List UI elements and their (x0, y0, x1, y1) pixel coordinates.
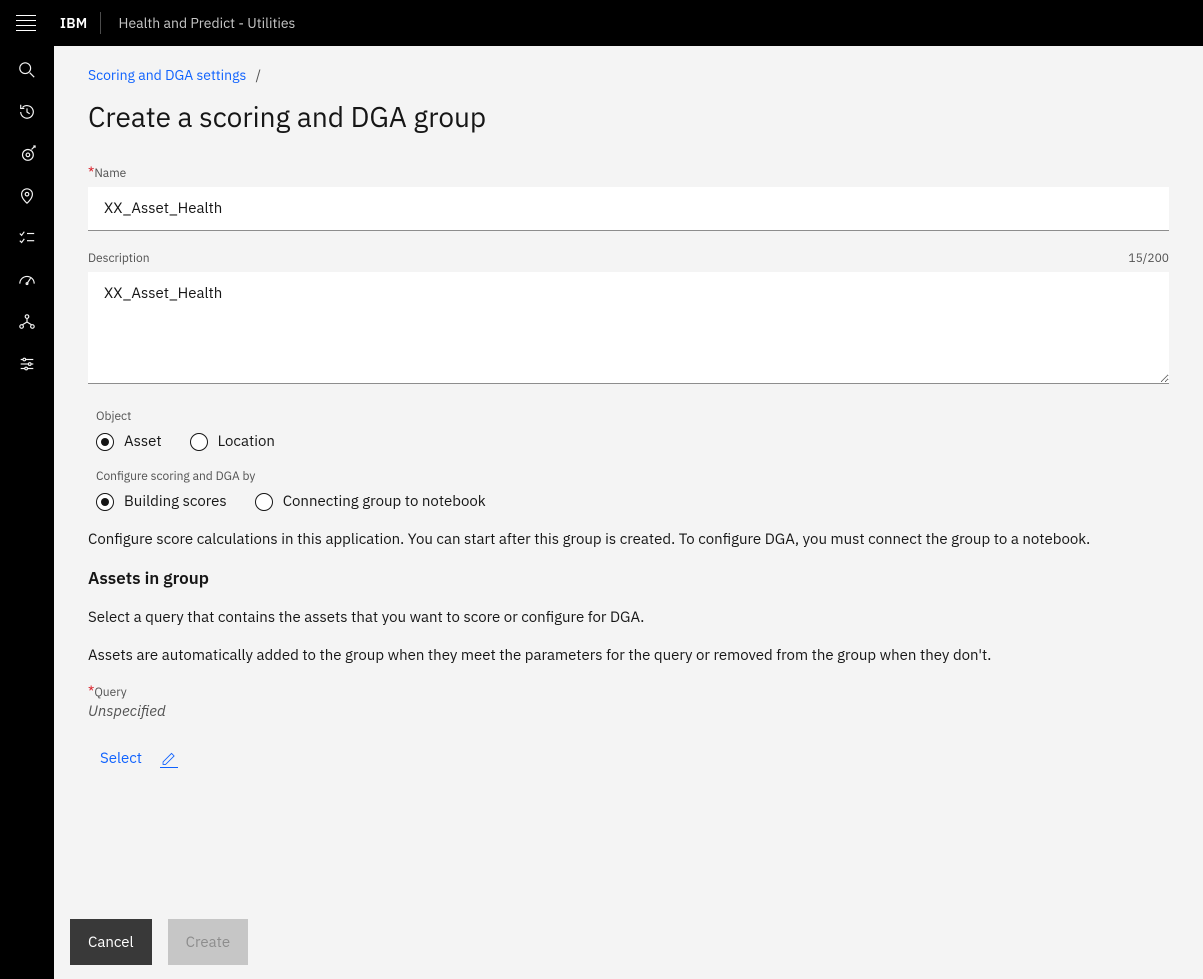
configure-radio-building[interactable]: Building scores (96, 492, 227, 511)
cancel-button[interactable]: Cancel (70, 919, 152, 965)
history-icon[interactable] (17, 102, 37, 122)
description-input[interactable] (88, 272, 1169, 384)
configure-radio-group: Configure scoring and DGA by Building sc… (96, 469, 1169, 511)
app-title: Health and Predict - Utilities (119, 14, 296, 32)
object-radio-group: Object Asset Location (96, 409, 1169, 451)
assets-heading: Assets in group (88, 567, 1169, 589)
radio-checked-icon (96, 433, 114, 451)
radio-unchecked-icon (255, 493, 273, 511)
breadcrumb-link[interactable]: Scoring and DGA settings (88, 66, 246, 84)
query-select-row: Select (88, 749, 1169, 768)
radio-label-location: Location (218, 432, 275, 451)
name-input[interactable] (88, 187, 1169, 231)
name-label-text: Name (94, 166, 126, 181)
query-select-link[interactable]: Select (100, 749, 142, 768)
target-icon[interactable] (17, 144, 37, 164)
page-title: Create a scoring and DGA group (88, 98, 1169, 135)
radio-label-building: Building scores (124, 492, 227, 511)
name-label: *Name (88, 163, 1169, 181)
radio-unchecked-icon (190, 433, 208, 451)
header-divider (100, 12, 101, 34)
edit-icon[interactable] (160, 750, 178, 768)
object-group-label: Object (96, 409, 1169, 424)
description-field: Description 15/200 (88, 251, 1169, 389)
radio-label-asset: Asset (124, 432, 162, 451)
query-field: *Query Unspecified (88, 682, 1169, 721)
breadcrumb-separator: / (256, 66, 261, 84)
query-value: Unspecified (88, 702, 1169, 721)
gauge-icon[interactable] (17, 270, 37, 290)
query-label: *Query (88, 682, 1169, 700)
search-icon[interactable] (17, 60, 37, 80)
checklist-icon[interactable] (17, 228, 37, 248)
assets-text-2: Assets are automatically added to the gr… (88, 645, 1169, 667)
location-pin-icon[interactable] (17, 186, 37, 206)
left-sidebar (0, 46, 54, 979)
connect-icon[interactable] (17, 312, 37, 332)
brand-text: IBM (60, 14, 88, 32)
configure-radio-notebook[interactable]: Connecting group to notebook (255, 492, 486, 511)
sliders-icon[interactable] (17, 354, 37, 374)
hamburger-menu-icon[interactable] (16, 13, 36, 33)
name-field: *Name (88, 163, 1169, 231)
configure-group-label: Configure scoring and DGA by (96, 469, 1169, 484)
assets-text-1: Select a query that contains the assets … (88, 607, 1169, 629)
main-content: Scoring and DGA settings / Create a scor… (54, 46, 1203, 979)
description-label: Description (88, 251, 150, 266)
radio-label-notebook: Connecting group to notebook (283, 492, 486, 511)
description-counter: 15/200 (1128, 251, 1169, 266)
radio-checked-icon (96, 493, 114, 511)
object-radio-location[interactable]: Location (190, 432, 275, 451)
breadcrumb: Scoring and DGA settings / (88, 66, 1169, 84)
object-radio-asset[interactable]: Asset (96, 432, 162, 451)
footer-actions: Cancel Create (70, 919, 248, 965)
configure-helper-text: Configure score calculations in this app… (88, 529, 1169, 551)
create-button[interactable]: Create (168, 919, 248, 965)
top-header: IBM Health and Predict - Utilities (0, 0, 1203, 46)
query-label-text: Query (94, 685, 126, 700)
